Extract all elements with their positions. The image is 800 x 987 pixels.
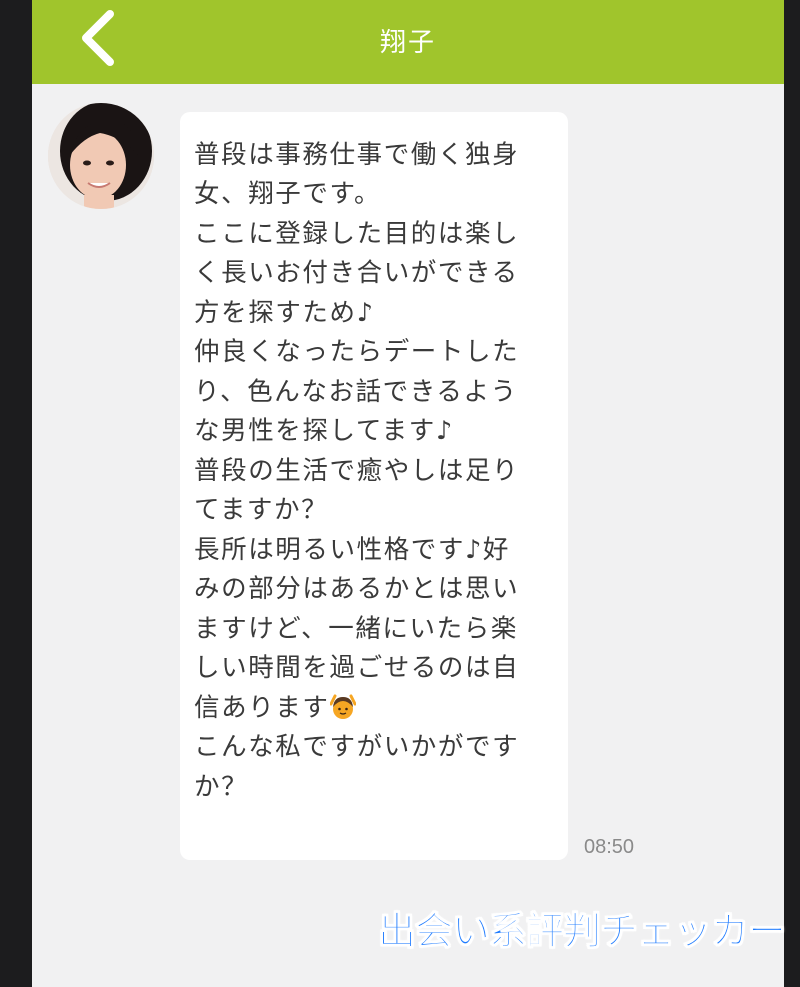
message-line: 信あります [194, 693, 330, 723]
message-line: 普段の生活で癒やしは足り [194, 456, 520, 486]
message-line: こんな私ですがいかがです [194, 732, 520, 762]
message-line: 女、翔子です。 [194, 179, 382, 209]
message-line: く長いお付き合いができる [194, 258, 519, 288]
chat-header: 翔子 [32, 0, 784, 84]
chat-screen: 翔子 普段は事務仕事で働く独身 女、翔子です。 ここに登録した目的は楽し く長い… [32, 0, 784, 987]
message-line-with-emoji: 信あります [194, 687, 357, 724]
message-line: 長所は明るい性格です♪好 [194, 535, 510, 565]
watermark-text: 出会い系評判チェッカー [377, 909, 786, 954]
message-line: 仲良くなったらデートした [194, 337, 520, 367]
profile-photo [48, 103, 154, 209]
avatar[interactable] [48, 103, 154, 209]
message-line: てますか？ [194, 495, 329, 525]
ok-gesture-woman-icon [329, 694, 357, 720]
chat-partner-name: 翔子 [379, 28, 436, 58]
message-line: ここに登録した目的は楽し [194, 219, 520, 249]
message-line: 普段は事務仕事で働く独身 [194, 140, 520, 170]
phone-frame: 翔子 普段は事務仕事で働く独身 女、翔子です。 ここに登録した目的は楽し く長い… [0, 0, 800, 987]
message-line: 方を探すため♪ [194, 298, 375, 328]
message-line: な男性を探してます♪ [194, 416, 454, 446]
message-line: か？ [194, 772, 249, 802]
message-bubble[interactable]: 普段は事務仕事で働く独身 女、翔子です。 ここに登録した目的は楽し く長いお付き… [180, 112, 568, 860]
message-timestamp: 08:50 [584, 836, 635, 858]
message-line: ますけど、一緒にいたら楽 [194, 614, 518, 644]
message-line: しい時間を過ごせるのは自 [194, 653, 520, 683]
message-line: みの部分はあるかとは思い [194, 574, 520, 604]
message-line: り、色んなお話できるよう [194, 377, 518, 407]
